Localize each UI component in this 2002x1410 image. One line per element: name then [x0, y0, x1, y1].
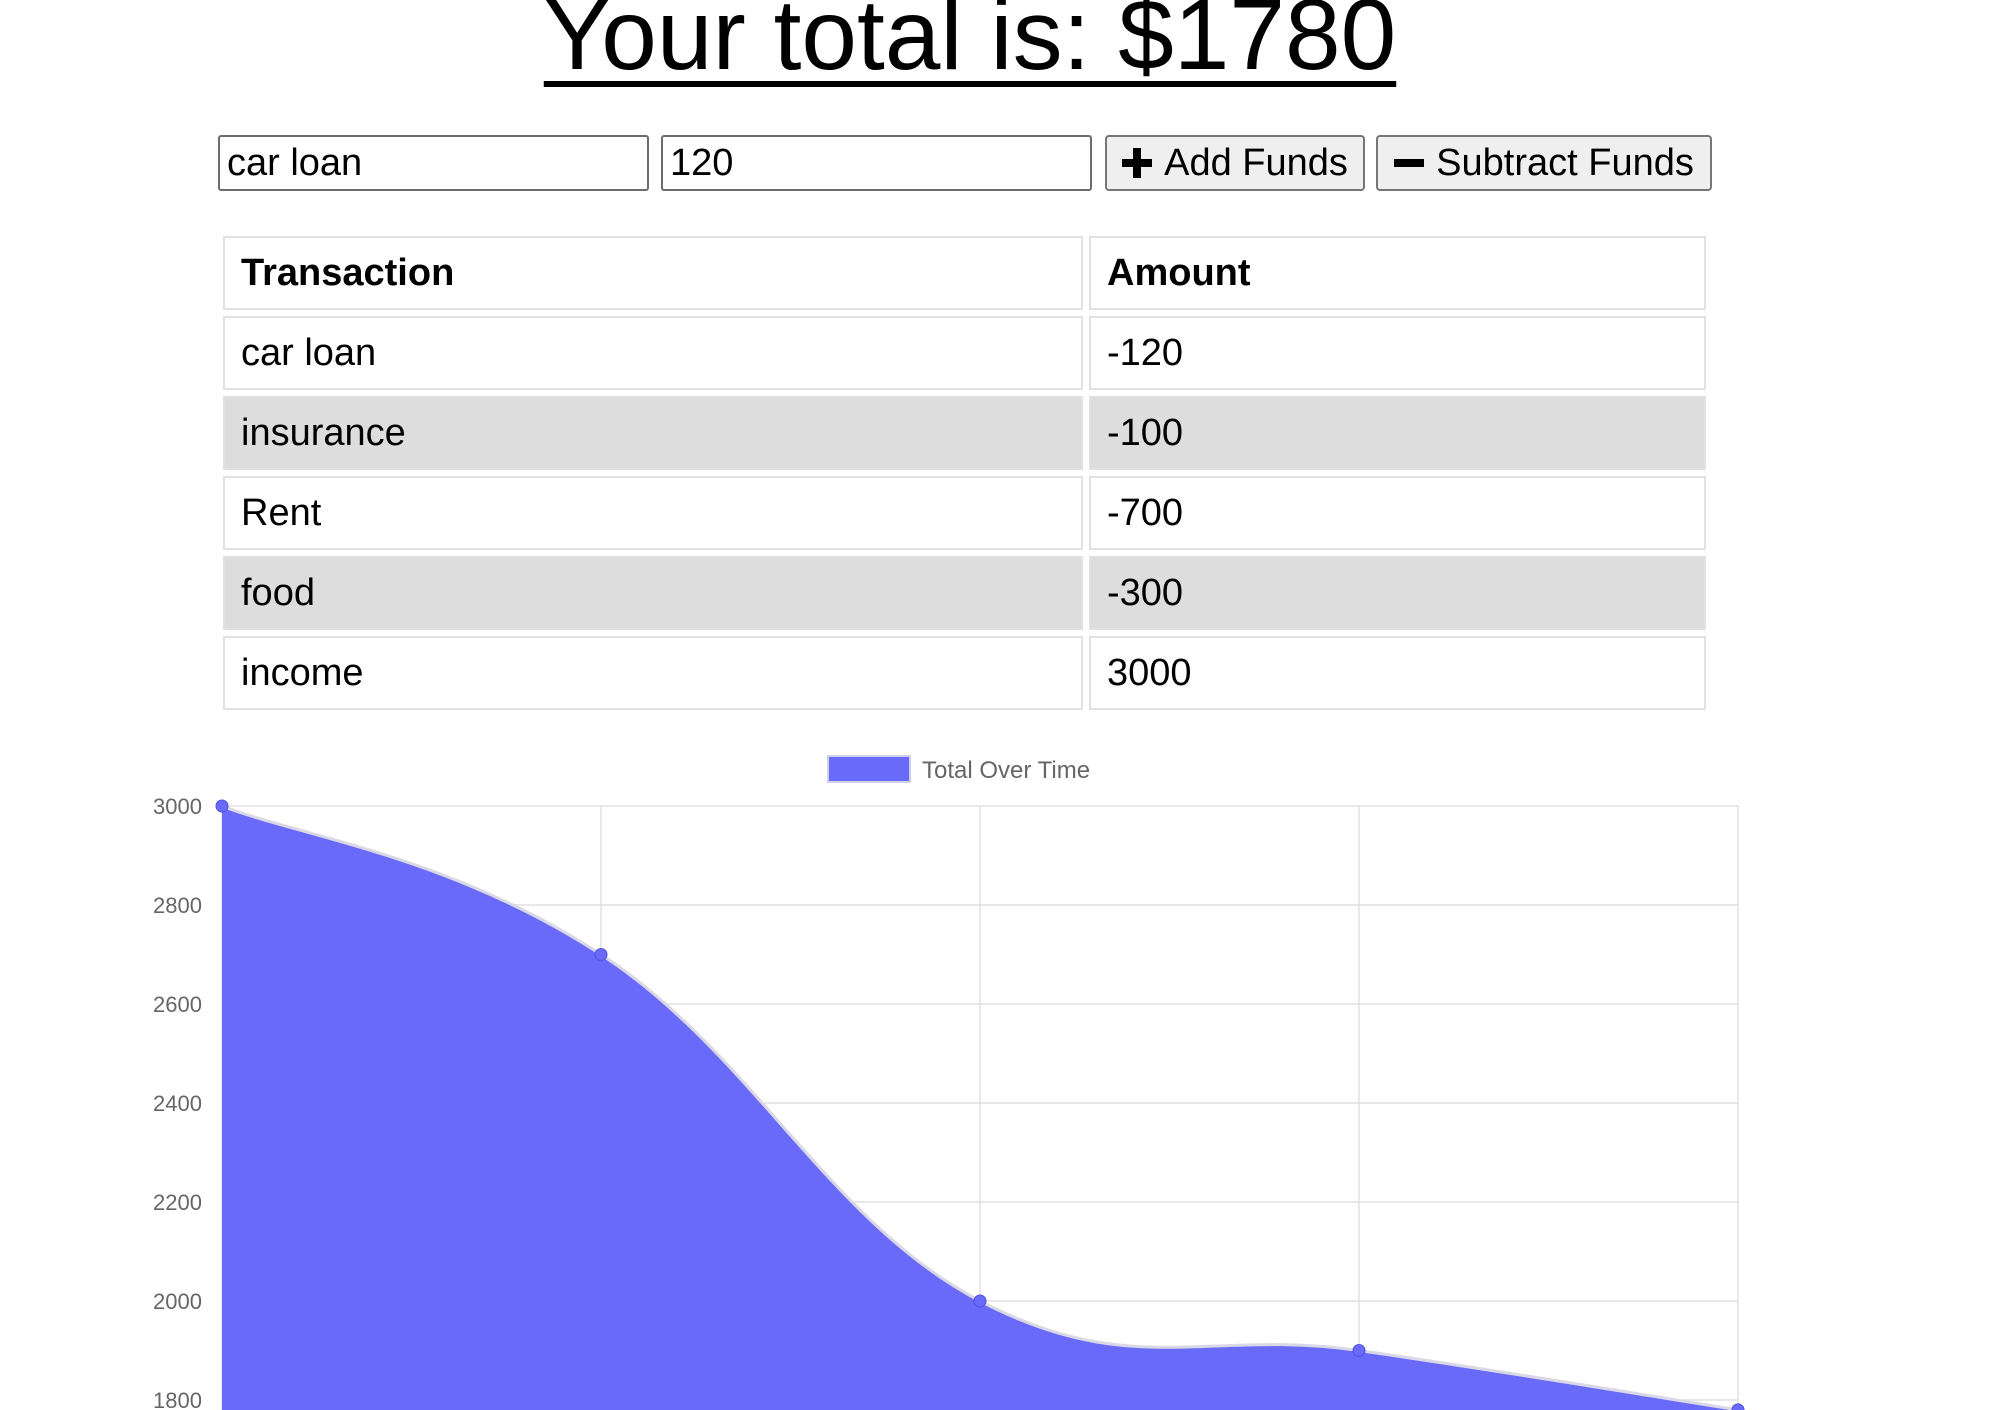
- page-title: Your total is: $1780: [543, 0, 1397, 91]
- transaction-name: Rent: [223, 476, 1083, 550]
- data-point: [973, 1294, 987, 1308]
- transaction-amount-input[interactable]: [661, 135, 1092, 191]
- minus-icon: [1394, 148, 1425, 178]
- y-tick-label: 2800: [153, 893, 202, 918]
- table-row: food -300: [223, 556, 1706, 630]
- transaction-name: car loan: [223, 316, 1083, 390]
- transaction-column-header: Transaction: [223, 236, 1083, 310]
- transaction-name: food: [223, 556, 1083, 630]
- subtract-funds-button[interactable]: Subtract Funds: [1376, 135, 1712, 191]
- transaction-amount: 3000: [1089, 636, 1706, 710]
- legend-swatch: [827, 755, 911, 783]
- table-row: income 3000: [223, 636, 1706, 710]
- data-point: [594, 948, 608, 961]
- transaction-name-input[interactable]: [218, 135, 649, 191]
- add-funds-button[interactable]: Add Funds: [1105, 135, 1365, 191]
- table-row: Rent -700: [223, 476, 1706, 550]
- transaction-name: income: [223, 636, 1083, 710]
- subtract-funds-label: Subtract Funds: [1436, 141, 1694, 184]
- transaction-amount: -300: [1089, 556, 1706, 630]
- transaction-amount: -120: [1089, 316, 1706, 390]
- legend-label: Total Over Time: [922, 757, 1090, 784]
- transactions-table: Transaction Amount car loan -120 insuranc…: [217, 230, 1712, 716]
- y-tick-label: 2400: [153, 1091, 202, 1116]
- amount-column-header: Amount: [1089, 236, 1706, 310]
- data-point: [1731, 1403, 1745, 1410]
- table-row: insurance -100: [223, 396, 1706, 470]
- plus-icon: [1122, 148, 1153, 178]
- y-tick-label: 2200: [153, 1190, 202, 1215]
- table-header-row: Transaction Amount: [223, 236, 1706, 310]
- y-tick-label: 1800: [153, 1388, 202, 1410]
- data-point: [215, 799, 229, 813]
- add-funds-label: Add Funds: [1164, 141, 1348, 184]
- y-tick-label: 2000: [153, 1289, 202, 1314]
- table-row: car loan -120: [223, 316, 1706, 390]
- transaction-amount: -100: [1089, 396, 1706, 470]
- transaction-name: insurance: [223, 396, 1083, 470]
- y-tick-label: 2600: [153, 992, 202, 1017]
- transaction-amount: -700: [1089, 476, 1706, 550]
- y-tick-label: 3000: [153, 794, 202, 819]
- total-over-time-chart: 3000 2800 2600 2400 2200 2000 1800 Total Over T…: [153, 755, 1745, 1410]
- data-point: [1352, 1344, 1366, 1357]
